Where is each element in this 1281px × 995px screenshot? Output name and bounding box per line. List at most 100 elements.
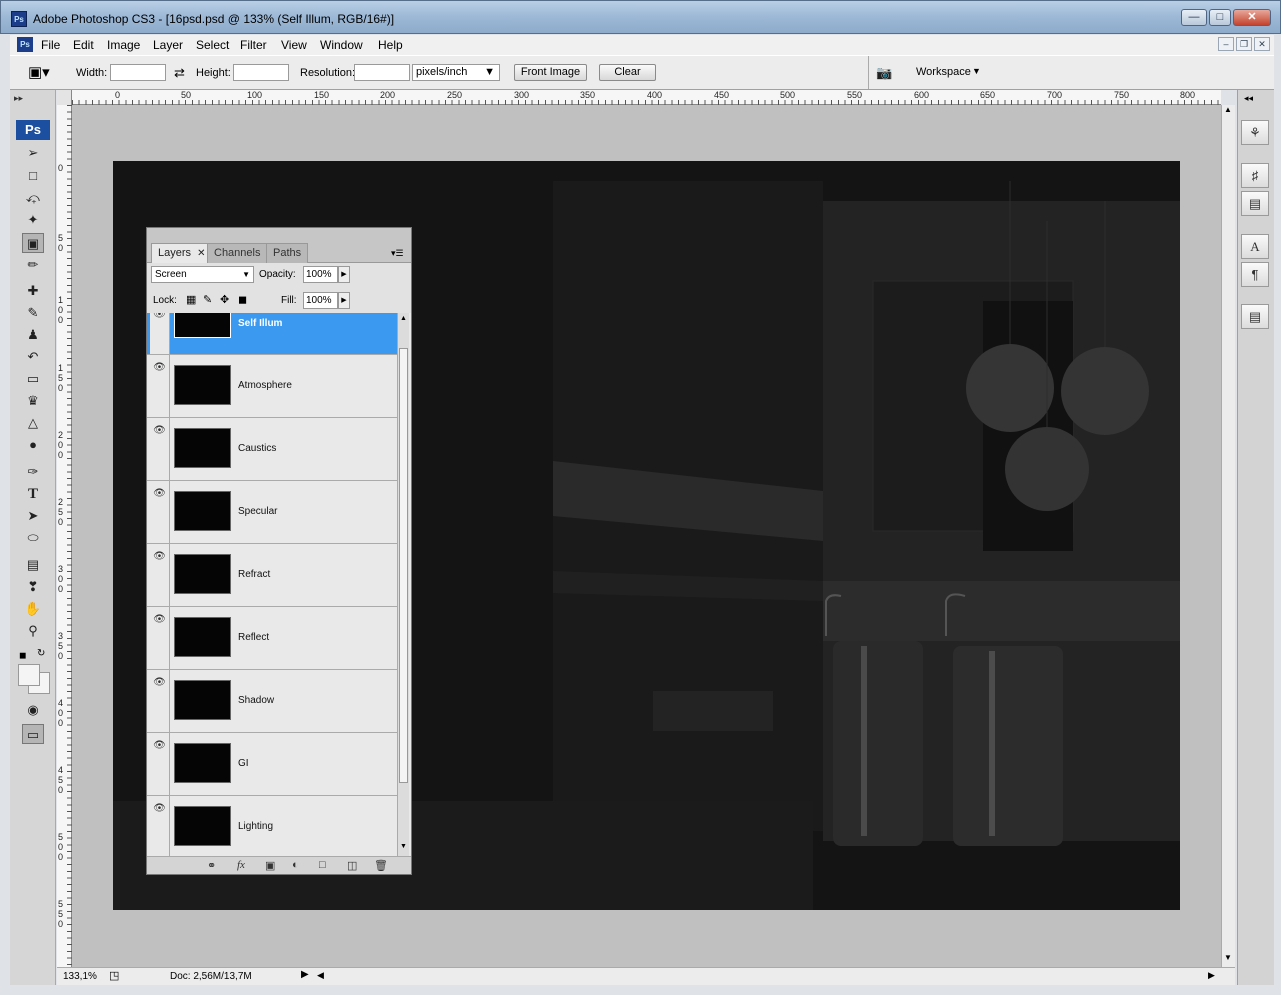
- scroll-down-icon[interactable]: ▼: [400, 843, 407, 850]
- scroll-thumb[interactable]: [399, 348, 408, 783]
- paragraph-panel-icon[interactable]: ¶: [1241, 262, 1269, 287]
- document-icon[interactable]: Ps: [17, 37, 33, 52]
- menu-view[interactable]: View: [281, 38, 307, 52]
- layer-style-icon[interactable]: fx: [237, 859, 245, 871]
- menu-file[interactable]: File: [41, 38, 60, 52]
- lock-position-icon[interactable]: ✥: [220, 293, 229, 306]
- lock-pixels-icon[interactable]: ✎: [203, 293, 212, 306]
- menu-edit[interactable]: Edit: [73, 38, 94, 52]
- layer-row[interactable]: 👁 Caustics: [147, 418, 397, 481]
- blur-tool-icon[interactable]: △: [22, 413, 44, 433]
- status-menu-arrow-icon[interactable]: ▶: [301, 969, 309, 980]
- ellipse-tool-icon[interactable]: ⬭: [22, 528, 44, 548]
- blend-mode-select[interactable]: Screen ▼: [151, 266, 254, 283]
- crop-tool-preset-icon[interactable]: ▣▾: [28, 64, 58, 82]
- layer-row[interactable]: 👁 Atmosphere: [147, 355, 397, 418]
- workspace-label[interactable]: Workspace: [916, 66, 971, 78]
- visibility-eye-icon[interactable]: 👁: [150, 355, 170, 417]
- status-options-icon[interactable]: ◳: [109, 969, 119, 982]
- visibility-eye-icon[interactable]: 👁: [150, 544, 170, 606]
- tab-paths[interactable]: Paths: [266, 243, 309, 263]
- visibility-eye-icon[interactable]: 👁: [150, 670, 170, 732]
- foreground-color-swatch[interactable]: [18, 664, 40, 686]
- panel-menu-icon[interactable]: ▾☰: [391, 248, 404, 259]
- layer-row[interactable]: 👁 Reflect: [147, 607, 397, 670]
- swap-colors-icon[interactable]: ↻: [37, 648, 45, 659]
- close-button[interactable]: ✕: [1233, 9, 1271, 26]
- eraser-tool-icon[interactable]: ▭: [22, 369, 44, 389]
- tab-layers[interactable]: Layers ✕: [151, 243, 213, 263]
- visibility-eye-icon[interactable]: 👁: [150, 418, 170, 480]
- front-image-button[interactable]: Front Image: [514, 64, 587, 81]
- clone-stamp-tool-icon[interactable]: ♟: [22, 325, 44, 345]
- width-input[interactable]: [110, 64, 166, 81]
- minimize-button[interactable]: —: [1181, 9, 1207, 26]
- brush-tool-icon[interactable]: ✎: [22, 303, 44, 323]
- lasso-tool-icon[interactable]: ⤽: [22, 188, 44, 208]
- new-group-icon[interactable]: □: [319, 859, 326, 871]
- menu-window[interactable]: Window: [320, 38, 363, 52]
- layer-comps-panel-icon[interactable]: ▤: [1241, 304, 1269, 329]
- history-brush-tool-icon[interactable]: ↶: [22, 347, 44, 367]
- crop-tool-icon[interactable]: ▣: [22, 233, 44, 253]
- visibility-eye-icon[interactable]: 👁: [150, 481, 170, 543]
- menu-help[interactable]: Help: [378, 38, 403, 52]
- menu-select[interactable]: Select: [196, 38, 229, 52]
- maximize-button[interactable]: □: [1209, 9, 1231, 26]
- scroll-down-icon[interactable]: ▼: [1224, 953, 1232, 962]
- link-layers-icon[interactable]: ⚭: [207, 859, 216, 872]
- tab-channels[interactable]: Channels: [207, 243, 268, 263]
- clear-button[interactable]: Clear: [599, 64, 656, 81]
- character-panel-icon[interactable]: A: [1241, 234, 1269, 259]
- lock-transparency-icon[interactable]: ▦: [186, 293, 196, 306]
- resolution-input[interactable]: [354, 64, 410, 81]
- visibility-eye-icon[interactable]: 👁: [150, 313, 170, 354]
- hand-tool-icon[interactable]: ✋: [22, 599, 44, 619]
- actions-panel-icon[interactable]: ▤: [1241, 191, 1269, 216]
- quick-mask-icon[interactable]: ◉: [22, 700, 44, 720]
- layer-row[interactable]: 👁 Self Illum: [147, 313, 397, 355]
- paint-bucket-tool-icon[interactable]: ♛: [22, 391, 44, 411]
- layer-row[interactable]: 👁 Lighting: [147, 796, 397, 856]
- vertical-scrollbar[interactable]: ▲ ▼: [1221, 105, 1235, 967]
- path-selection-tool-icon[interactable]: ➤: [22, 506, 44, 526]
- add-mask-icon[interactable]: ▣: [265, 859, 275, 872]
- delete-layer-icon[interactable]: 🗑: [374, 859, 388, 872]
- notes-tool-icon[interactable]: ▤: [22, 555, 44, 575]
- dodge-tool-icon[interactable]: ●: [22, 435, 44, 455]
- pen-tool-icon[interactable]: ✑: [22, 462, 44, 482]
- screen-mode-icon[interactable]: ▭: [22, 724, 44, 744]
- scroll-left-icon[interactable]: ◀: [317, 970, 324, 981]
- eyedropper-tool-icon[interactable]: ❣: [22, 577, 44, 597]
- layer-row[interactable]: 👁 GI: [147, 733, 397, 796]
- layers-scrollbar[interactable]: ▲ ▼: [397, 313, 409, 856]
- menu-layer[interactable]: Layer: [153, 38, 183, 52]
- resolution-unit-select[interactable]: pixels/inch ▼: [412, 64, 500, 81]
- magic-wand-tool-icon[interactable]: ✦: [22, 210, 44, 230]
- layer-row[interactable]: 👁 Refract: [147, 544, 397, 607]
- layer-row[interactable]: 👁 Specular: [147, 481, 397, 544]
- photoshop-logo[interactable]: Ps: [16, 120, 50, 140]
- scroll-up-icon[interactable]: ▲: [1224, 105, 1232, 114]
- slice-tool-icon[interactable]: ✏: [22, 255, 44, 275]
- opacity-input[interactable]: 100%: [303, 266, 338, 283]
- menu-filter[interactable]: Filter: [240, 38, 267, 52]
- doc-restore-button[interactable]: ❐: [1236, 37, 1252, 51]
- zoom-tool-icon[interactable]: ⚲: [22, 621, 44, 641]
- move-tool-icon[interactable]: ➢: [22, 143, 44, 163]
- fill-input[interactable]: 100%: [303, 292, 338, 309]
- type-tool-icon[interactable]: T: [22, 484, 44, 504]
- marquee-tool-icon[interactable]: □: [22, 166, 44, 186]
- visibility-eye-icon[interactable]: 👁: [150, 796, 170, 856]
- history-panel-icon[interactable]: ♯: [1241, 163, 1269, 188]
- swap-dimensions-icon[interactable]: ⇄: [174, 65, 185, 81]
- workspace-chevron-icon[interactable]: ▼: [972, 66, 981, 76]
- lock-all-icon[interactable]: ◼: [238, 293, 247, 306]
- adjustment-layer-icon[interactable]: ◐: [292, 859, 299, 871]
- navigator-panel-icon[interactable]: ⚘: [1241, 120, 1269, 145]
- healing-brush-tool-icon[interactable]: ✚: [22, 281, 44, 301]
- opacity-slider-icon[interactable]: ▶: [338, 266, 350, 283]
- scroll-up-icon[interactable]: ▲: [400, 315, 407, 322]
- doc-close-button[interactable]: ✕: [1254, 37, 1270, 51]
- fill-slider-icon[interactable]: ▶: [338, 292, 350, 309]
